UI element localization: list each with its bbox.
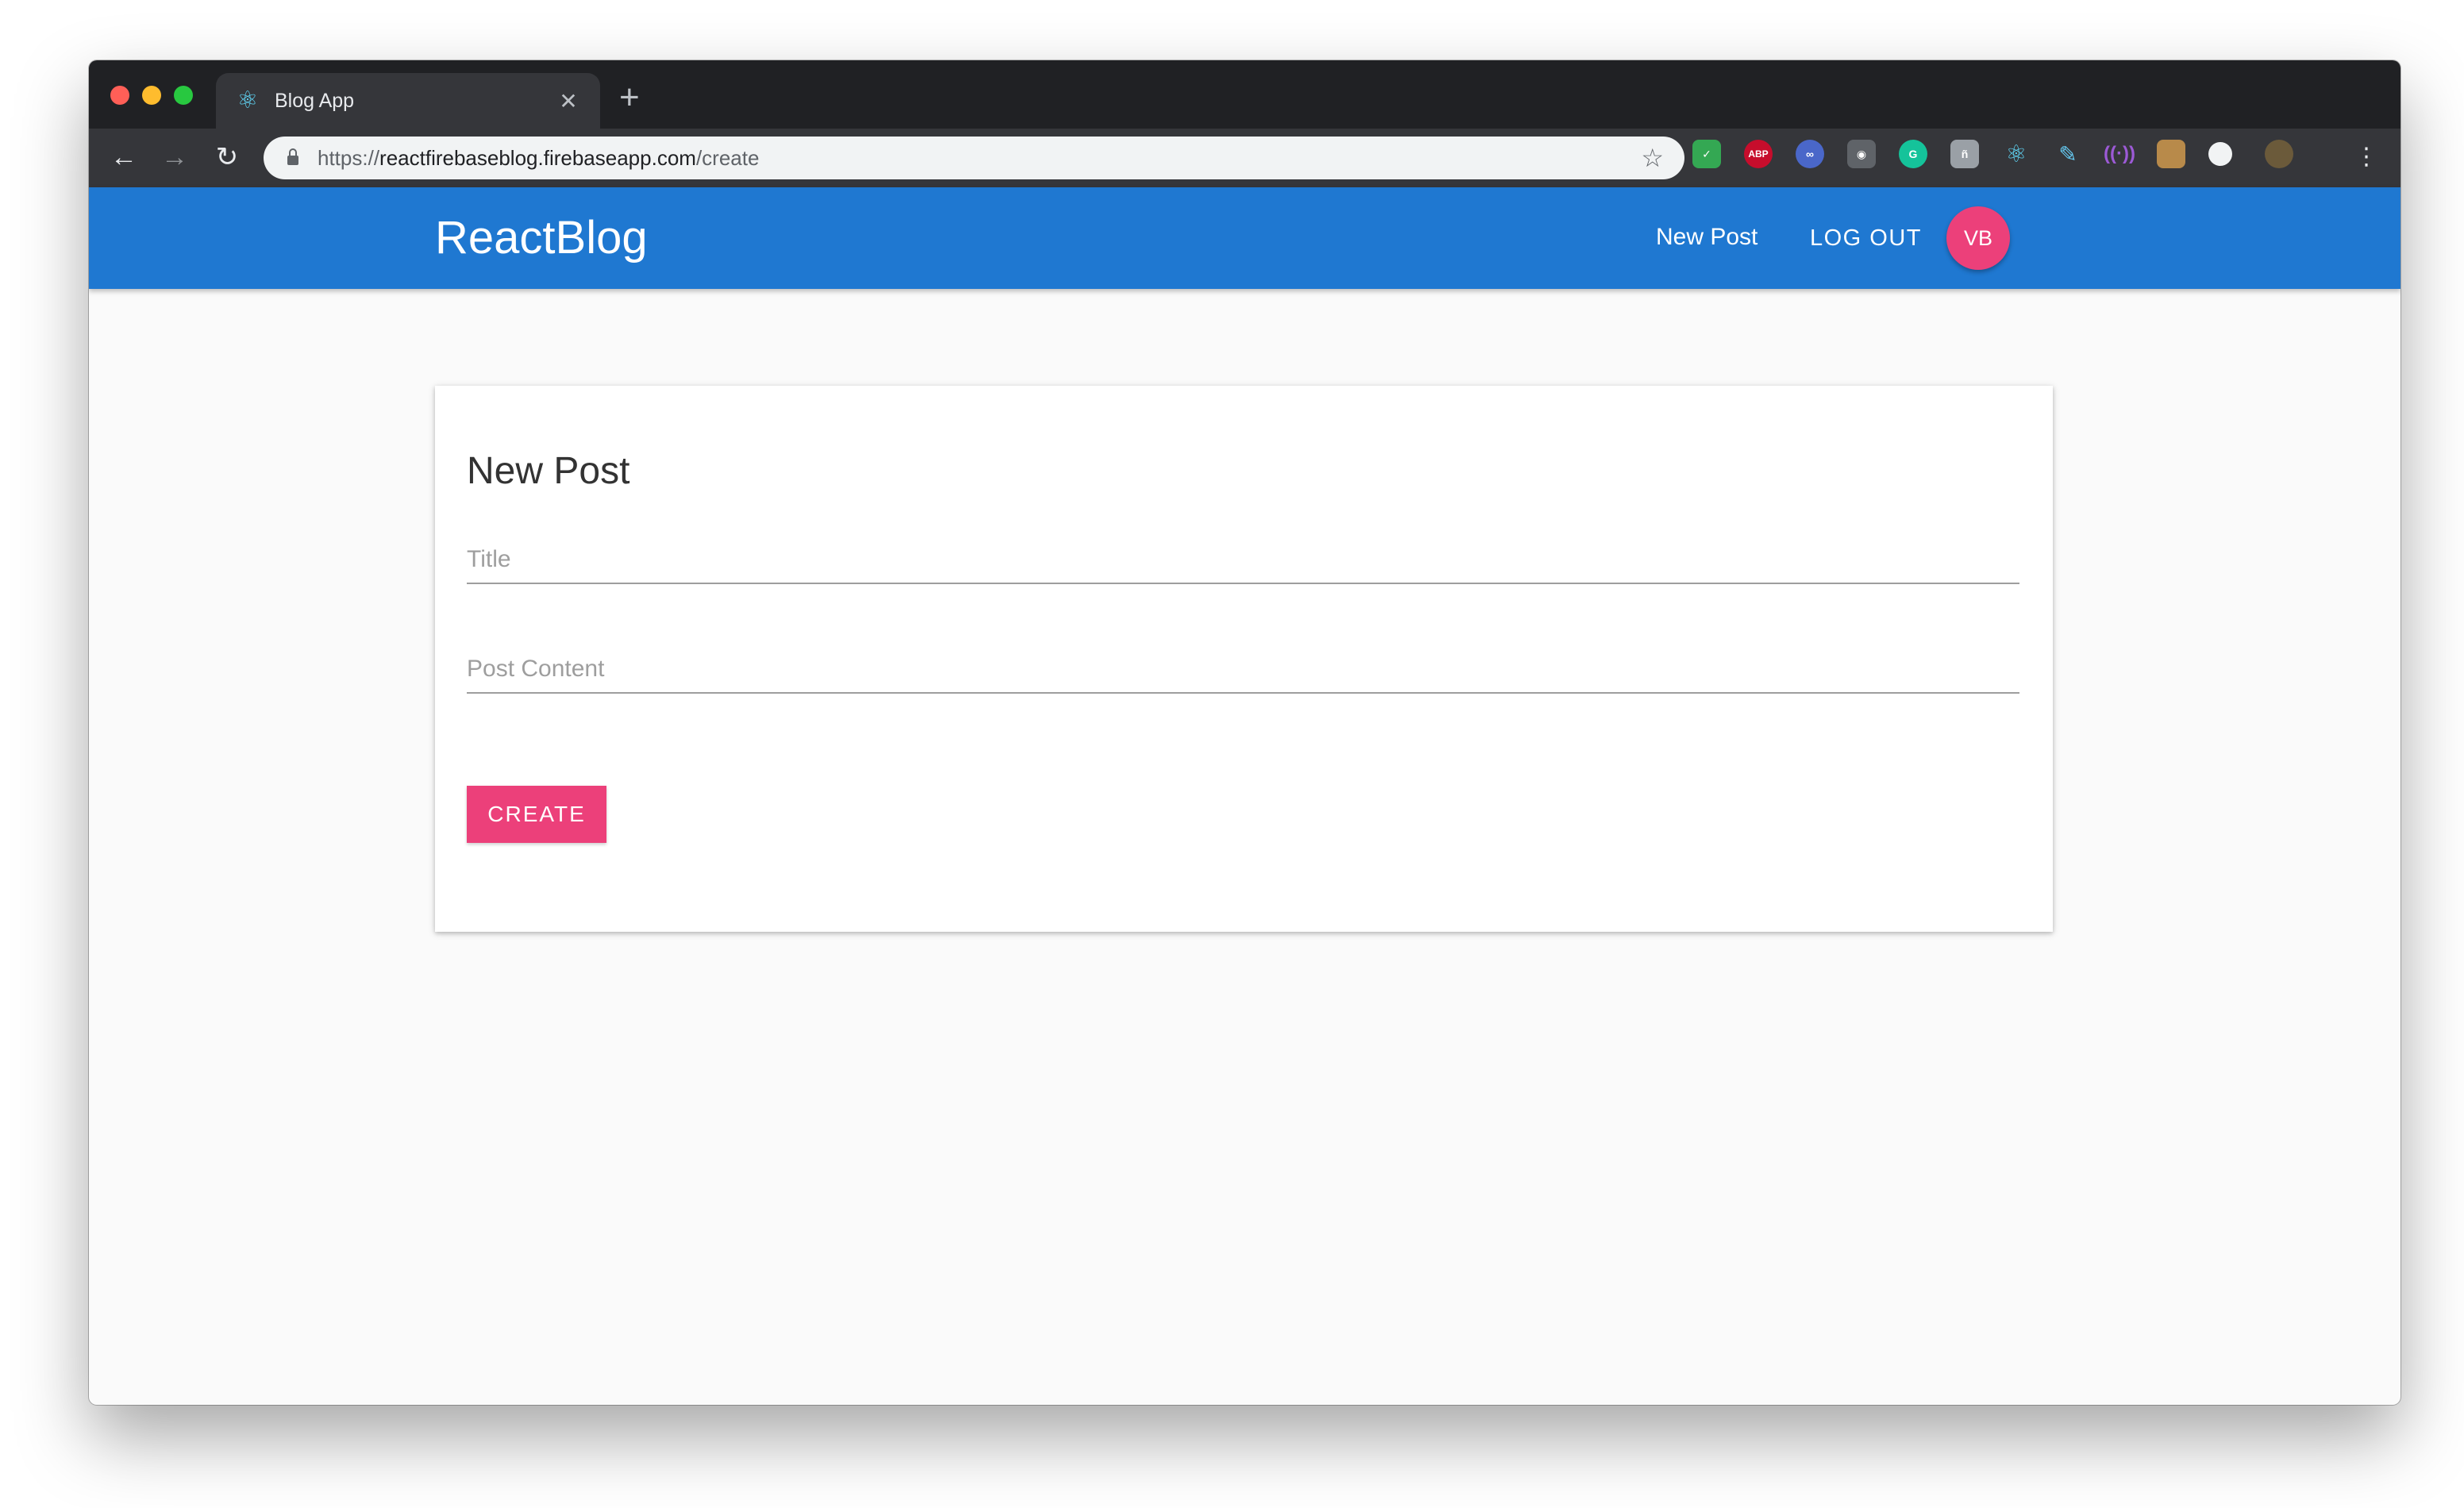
pen-icon[interactable]: ✎: [2054, 140, 2082, 168]
broadcast-icon[interactable]: ((·)): [2104, 140, 2135, 168]
browser-toolbar: ← → ↻ https://reactfirebaseblog.firebase…: [89, 129, 2400, 187]
new-post-card: New Post CREATE: [435, 386, 2053, 932]
browser-menu-icon[interactable]: ⋮: [2354, 143, 2378, 171]
title-field: [467, 537, 2019, 584]
camera-icon[interactable]: ◉: [1847, 140, 1876, 168]
back-icon[interactable]: ←: [105, 138, 143, 176]
lock-icon[interactable]: [287, 148, 298, 165]
grammarly-icon[interactable]: G: [1899, 140, 1927, 168]
new-post-link[interactable]: New Post: [1656, 224, 1758, 251]
brand-logo[interactable]: ReactBlog: [435, 211, 648, 264]
address-bar[interactable]: https://reactfirebaseblog.firebaseapp.co…: [264, 137, 1684, 179]
profile-avatar-icon[interactable]: [2265, 140, 2293, 168]
close-window-button[interactable]: [110, 86, 129, 105]
react-devtools-icon[interactable]: ⚛: [2002, 140, 2031, 168]
box-icon[interactable]: [2157, 140, 2185, 168]
post-content-input[interactable]: [467, 646, 2019, 692]
content-field: [467, 646, 2019, 694]
minimize-window-button[interactable]: [142, 86, 161, 105]
logout-link[interactable]: LOG OUT: [1810, 225, 1922, 252]
tab-title: Blog App: [275, 89, 355, 112]
tab-strip: ⚛ Blog App ✕ +: [89, 60, 2400, 129]
extension-icon[interactable]: ∞: [1796, 140, 1824, 168]
page-title: New Post: [467, 450, 630, 492]
bookmark-star-icon[interactable]: ☆: [1641, 143, 1664, 173]
forward-icon[interactable]: →: [156, 138, 194, 176]
shield-check-icon[interactable]: ✓: [1692, 140, 1721, 168]
maximize-window-button[interactable]: [174, 86, 193, 105]
app-navbar: ReactBlog New Post LOG OUT VB: [89, 187, 2400, 289]
create-button[interactable]: CREATE: [467, 786, 606, 843]
url-text[interactable]: https://reactfirebaseblog.firebaseapp.co…: [318, 146, 1641, 171]
circle-icon[interactable]: [2208, 142, 2232, 166]
new-tab-button[interactable]: +: [619, 78, 640, 117]
user-avatar[interactable]: VB: [1946, 206, 2010, 270]
extensions-area: ✓ ABP ∞ ◉ G ñ ⚛ ✎ ((·)): [1692, 140, 2316, 168]
title-input[interactable]: [467, 537, 2019, 583]
react-icon: ⚛: [237, 87, 259, 113]
abp-icon[interactable]: ABP: [1744, 140, 1773, 168]
browser-tab[interactable]: ⚛ Blog App ✕: [216, 73, 600, 129]
close-tab-icon[interactable]: ✕: [556, 88, 581, 114]
reload-icon[interactable]: ↻: [208, 138, 246, 176]
font-icon[interactable]: ñ: [1950, 140, 1979, 168]
browser-window: ⚛ Blog App ✕ + ← → ↻ https://reactfireba…: [89, 60, 2400, 1405]
